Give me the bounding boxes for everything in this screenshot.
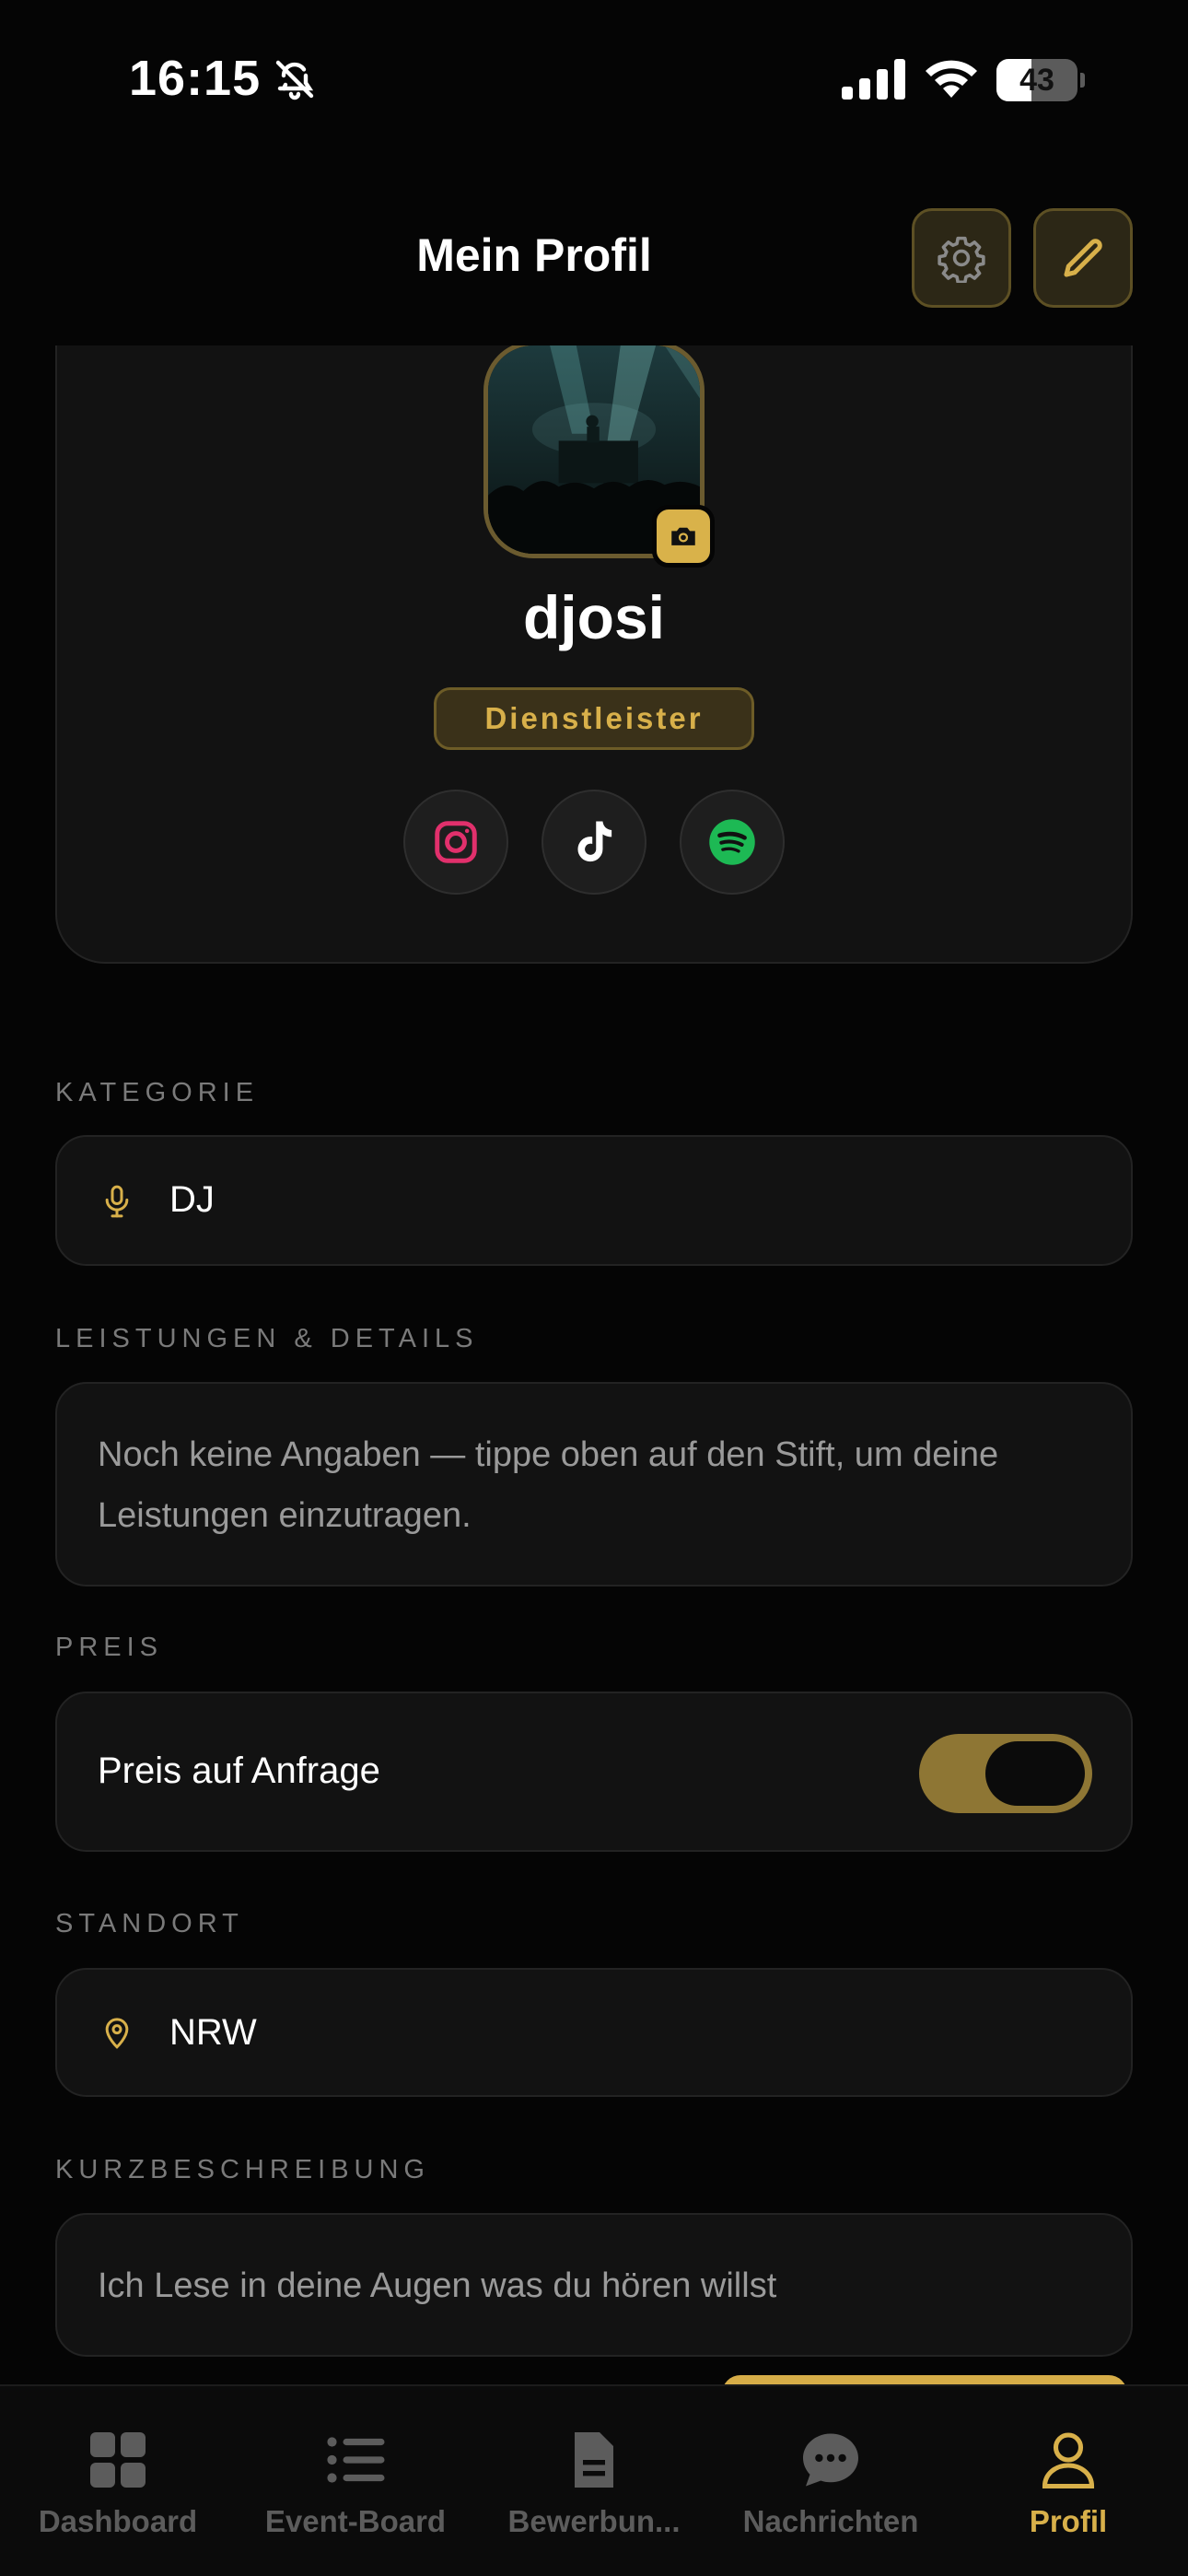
short-description-text: Ich Lese in deine Augen was du hören wil… — [98, 2266, 777, 2305]
grid-icon — [90, 2432, 146, 2488]
role-badge: Dienstleister — [434, 687, 754, 750]
edit-profile-button[interactable] — [1033, 208, 1133, 308]
battery-level: 43 — [1019, 63, 1054, 98]
battery-body: 43 — [996, 59, 1077, 101]
tab-dashboard[interactable]: Dashboard — [3, 2427, 233, 2547]
gear-icon — [938, 236, 985, 283]
map-pin-icon — [105, 2018, 129, 2049]
wifi-icon — [926, 60, 977, 98]
document-icon — [575, 2432, 613, 2488]
tab-event-board-label: Event-Board — [264, 2504, 447, 2538]
tab-messages[interactable]: Nachrichten — [716, 2427, 946, 2547]
location-value: NRW — [169, 2012, 257, 2053]
tab-dashboard-label: Dashboard — [38, 2504, 198, 2538]
price-on-request-toggle[interactable] — [919, 1734, 1092, 1813]
status-bar: 16:15 43 — [0, 0, 1188, 157]
location-field[interactable]: NRW — [55, 1968, 1133, 2097]
services-text: Noch keine Angaben — tippe oben auf den … — [98, 1435, 999, 1535]
price-label: PREIS — [55, 1633, 164, 1662]
person-icon — [1042, 2432, 1095, 2489]
pencil-icon — [1064, 239, 1102, 277]
battery-tip — [1080, 73, 1085, 88]
location-label: STANDORT — [55, 1909, 244, 1938]
profile-username: djosi — [522, 583, 665, 651]
short-description-field[interactable]: Ich Lese in deine Augen was du hören wil… — [55, 2213, 1133, 2357]
instagram-icon — [435, 821, 477, 863]
status-time: 16:15 — [129, 51, 262, 106]
tab-event-board[interactable]: Event-Board — [240, 2427, 471, 2547]
tiktok-icon — [577, 821, 612, 862]
battery-indicator: 43 — [996, 59, 1085, 101]
category-field[interactable]: DJ — [55, 1135, 1133, 1266]
tiktok-button[interactable] — [542, 790, 646, 895]
instagram-button[interactable] — [403, 790, 508, 895]
chat-bubble-icon — [803, 2433, 858, 2487]
short-description-label: KURZBESCHREIBUNG — [55, 2155, 430, 2184]
spotify-icon — [709, 819, 755, 865]
camera-icon — [671, 527, 695, 545]
change-photo-button[interactable] — [652, 505, 715, 568]
tab-applications[interactable]: Bewerbun... — [479, 2427, 709, 2547]
top-header: Mein Profil — [0, 157, 1188, 345]
tab-profile[interactable]: Profil — [953, 2427, 1183, 2547]
bell-slash-icon — [275, 60, 314, 100]
tab-profile-label: Profil — [1029, 2504, 1108, 2538]
bottom-tab-bar: Dashboard Event-Board Bewerbun... Nachri… — [0, 2384, 1188, 2576]
tab-applications-label: Bewerbun... — [507, 2504, 681, 2538]
category-label: KATEGORIE — [55, 1078, 260, 1107]
cellular-signal-icon — [842, 59, 905, 100]
settings-button[interactable] — [912, 208, 1011, 308]
price-toggle-label: Preis auf Anfrage — [98, 1751, 380, 1791]
toggle-knob — [985, 1741, 1085, 1806]
microphone-icon — [105, 1185, 129, 1218]
tab-messages-label: Nachrichten — [742, 2504, 919, 2538]
category-value: DJ — [169, 1179, 215, 1220]
list-icon — [327, 2437, 385, 2483]
services-label: LEISTUNGEN & DETAILS — [55, 1324, 479, 1353]
page-title: Mein Profil — [416, 229, 652, 281]
services-field[interactable]: Noch keine Angaben — tippe oben auf den … — [55, 1382, 1133, 1587]
spotify-button[interactable] — [680, 790, 785, 895]
price-field: Preis auf Anfrage — [55, 1692, 1133, 1852]
